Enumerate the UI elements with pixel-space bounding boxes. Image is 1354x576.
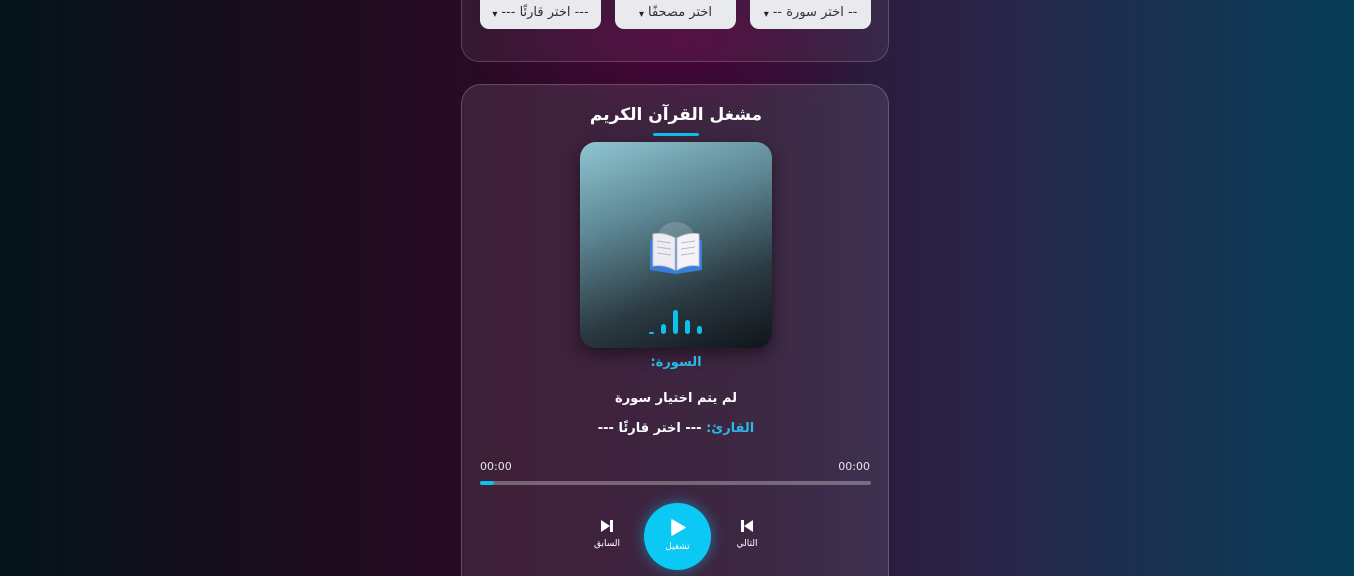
skip-prev-icon	[601, 520, 613, 532]
quran-player-card: مشغل القرآن الكريم السورة: لم يتم اختيار…	[461, 84, 889, 576]
mushaf-select-label: اختر مصحفًا	[648, 5, 713, 20]
duration-time: 00:00	[480, 460, 512, 473]
play-button[interactable]: تشغيل	[644, 503, 711, 570]
title-underline	[653, 133, 699, 136]
album-cover	[580, 142, 772, 348]
next-button[interactable]: التالي	[732, 519, 762, 549]
reciter-select-label: --- اختر قارئًا ---	[501, 5, 589, 20]
prev-label: السابق	[593, 539, 621, 549]
chevron-down-icon: ▾	[763, 9, 769, 20]
surah-label: السورة:	[650, 355, 702, 370]
reciter-label: القارئ:	[706, 421, 755, 436]
progress-bar[interactable]	[480, 481, 871, 485]
next-label: التالي	[736, 539, 758, 549]
open-book-icon	[650, 233, 702, 274]
surah-select-label: -- اختر سورة --	[772, 5, 858, 20]
current-time: 00:00	[838, 460, 870, 473]
skip-next-icon	[741, 520, 753, 532]
equalizer-icon	[649, 308, 705, 334]
play-label: تشغيل	[665, 542, 690, 552]
player-title: مشغل القرآن الكريم	[589, 105, 763, 125]
surah-name: لم يتم اختيار سورة	[615, 391, 737, 406]
chevron-down-icon: ▾	[638, 9, 644, 20]
chevron-down-icon: ▾	[492, 9, 498, 20]
reciter-info: القارئ: --- اختر قارئًا ---	[462, 421, 890, 436]
progress-fill	[480, 481, 494, 485]
play-icon	[671, 519, 686, 536]
surah-select[interactable]: -- اختر سورة -- ▾	[750, 0, 871, 29]
mushaf-select[interactable]: اختر مصحفًا ▾	[615, 0, 736, 29]
prev-button[interactable]: السابق	[590, 519, 624, 549]
reciter-name: --- اختر قارئًا ---	[597, 421, 702, 436]
reciter-select[interactable]: --- اختر قارئًا --- ▾	[480, 0, 601, 29]
